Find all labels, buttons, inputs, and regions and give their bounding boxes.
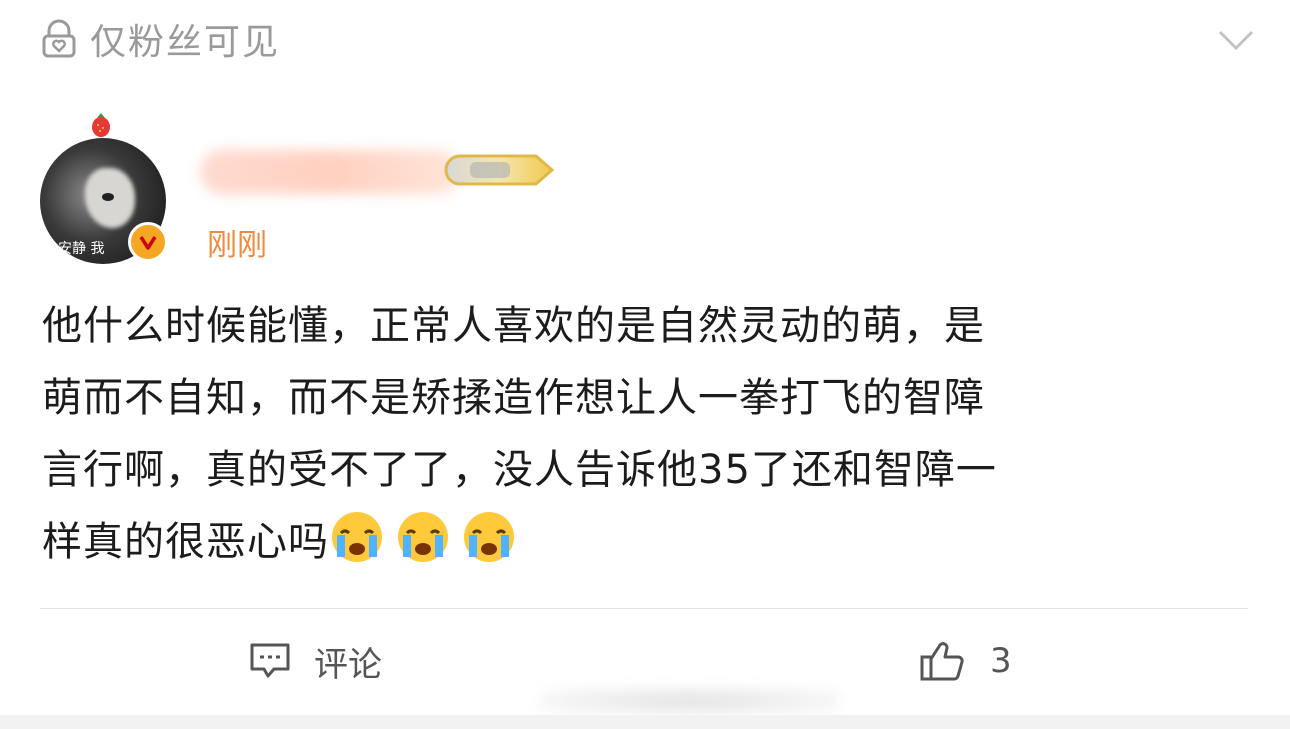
like-count: 3	[990, 641, 1012, 681]
crying-face-emoji-icon	[464, 512, 514, 562]
post-header: 仅粉丝可见	[0, 0, 1290, 80]
post-body: 他什么时候能懂，正常人喜欢的是自然灵动的萌，是 萌而不自知，而不是矫揉造作想让人…	[42, 290, 1252, 578]
comment-button[interactable]: 评论	[248, 638, 382, 685]
bottom-strip	[0, 715, 1290, 729]
strawberry-decoration-icon	[92, 113, 110, 137]
post-line: 样真的很恶心吗	[42, 519, 329, 565]
bottom-watermark-blur	[540, 686, 840, 716]
post-line: 言行啊，真的受不了了，没人告诉他35了还和智障一	[42, 447, 997, 493]
comment-label: 评论	[314, 644, 382, 685]
thumbs-up-icon	[920, 642, 964, 681]
post-line: 他什么时候能懂，正常人喜欢的是自然灵动的萌，是	[42, 303, 985, 349]
visibility-label: 仅粉丝可见	[90, 22, 281, 63]
crying-face-emoji-icon	[332, 512, 382, 562]
avatar-container[interactable]: 安静 我	[40, 110, 175, 270]
like-button[interactable]: 3	[918, 636, 1012, 686]
post-line-last: 样真的很恶心吗	[42, 506, 1252, 578]
avatar-eye	[102, 193, 114, 201]
comment-icon	[250, 643, 290, 678]
lock-heart-icon	[42, 19, 76, 58]
visibility-indicator: 仅粉丝可见	[38, 14, 280, 64]
verified-v-icon	[139, 236, 157, 250]
divider	[40, 608, 1248, 609]
vip-badge-icon	[444, 154, 555, 186]
author-info: 安静 我 刚刚	[40, 110, 1240, 270]
crying-face-emoji-icon	[398, 512, 448, 562]
post-line: 萌而不自知，而不是矫揉造作想让人一拳打飞的智障	[42, 375, 985, 421]
post-timestamp: 刚刚	[207, 228, 267, 263]
username-blurred[interactable]	[200, 150, 460, 194]
chevron-down-icon[interactable]	[1212, 20, 1260, 60]
avatar-caption: 安静 我	[58, 241, 105, 257]
verified-badge	[128, 222, 168, 262]
